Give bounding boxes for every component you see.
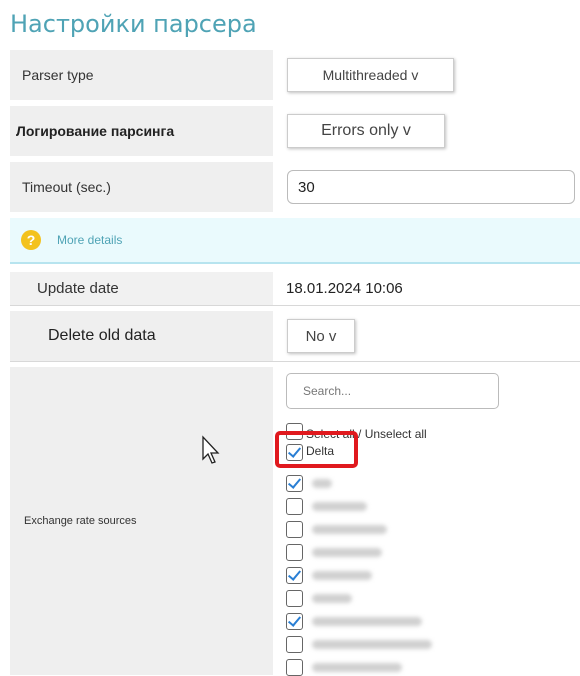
page-title: Настройки парсера	[10, 10, 257, 38]
source-item-label-blurred	[312, 479, 332, 488]
source-item-checkbox[interactable]	[286, 475, 303, 492]
timeout-label: Timeout (sec.)	[22, 179, 111, 195]
source-item-checkbox[interactable]	[286, 659, 303, 676]
row-logging: Логирование парсинга Errors only v	[10, 106, 580, 156]
source-item-label-blurred	[312, 525, 387, 534]
source-item-label-blurred	[312, 594, 352, 603]
timeout-input[interactable]: 30	[287, 170, 575, 204]
more-details-link[interactable]: More details	[57, 233, 122, 247]
source-item-label-blurred	[312, 663, 402, 672]
source-item-checkbox[interactable]	[286, 521, 303, 538]
source-item-checkbox[interactable]	[286, 567, 303, 584]
row-delete-old: Delete old data No v	[10, 311, 580, 362]
source-item-label-blurred	[312, 640, 432, 649]
source-item-checkbox[interactable]	[286, 613, 303, 630]
logging-select[interactable]: Errors only v	[287, 114, 445, 148]
more-details-bar[interactable]: ? More details	[10, 218, 580, 264]
logging-label: Логирование парсинга	[16, 123, 175, 139]
row-parser-type: Parser type Multithreaded v	[10, 50, 580, 100]
sources-label: Exchange rate sources	[24, 515, 137, 527]
question-icon: ?	[21, 230, 41, 250]
source-item-checkbox[interactable]	[286, 498, 303, 515]
source-item-label-blurred	[312, 617, 422, 626]
source-item-checkbox[interactable]	[286, 590, 303, 607]
parser-type-label: Parser type	[22, 67, 94, 83]
delete-old-label: Delete old data	[48, 327, 156, 344]
row-update-date: Update date 18.01.2024 10:06	[10, 272, 580, 306]
sources-search-input[interactable]: Search...	[286, 373, 499, 409]
parser-type-select[interactable]: Multithreaded v	[287, 58, 454, 92]
source-item-checkbox[interactable]	[286, 636, 303, 653]
source-item-label-blurred	[312, 548, 382, 557]
delete-old-select[interactable]: No v	[287, 319, 355, 353]
source-item-checkbox[interactable]	[286, 544, 303, 561]
source-item-label-blurred	[312, 571, 372, 580]
row-timeout: Timeout (sec.) 30	[10, 162, 580, 212]
update-date-value: 18.01.2024 10:06	[286, 280, 403, 297]
update-date-label: Update date	[37, 280, 119, 297]
mouse-cursor-icon	[202, 435, 220, 464]
delta-highlight-box	[275, 431, 358, 468]
source-item-label-blurred	[312, 502, 367, 511]
